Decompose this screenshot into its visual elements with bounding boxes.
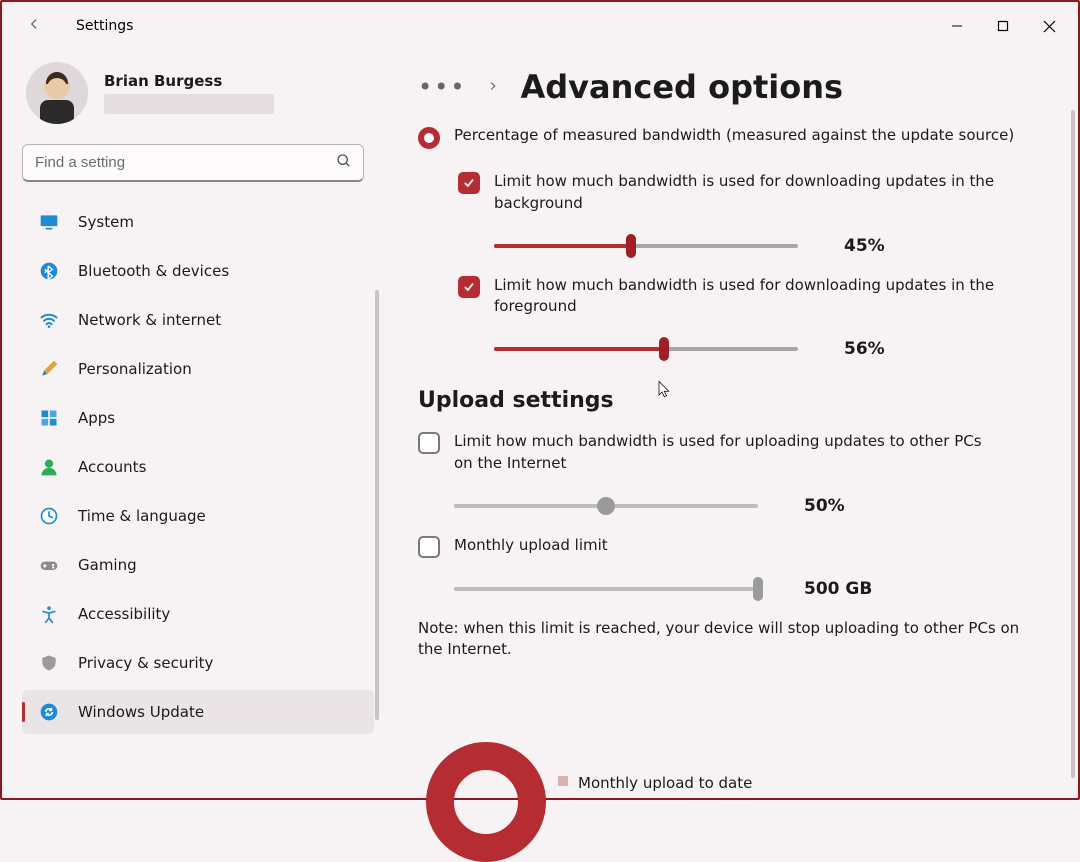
nav-item-network[interactable]: Network & internet (22, 298, 374, 342)
chevron-right-icon (486, 78, 500, 97)
accessibility-icon (38, 603, 60, 625)
back-button[interactable] (22, 15, 46, 38)
checkbox-download-bg[interactable] (458, 172, 480, 194)
search-box[interactable] (22, 144, 364, 182)
profile-name: Brian Burgess (104, 72, 274, 90)
nav-item-accounts[interactable]: Accounts (22, 445, 374, 489)
checkbox-upload-limit[interactable] (418, 432, 440, 454)
main-scrollbar[interactable] (1071, 110, 1075, 778)
checkbox-monthly-limit[interactable] (418, 536, 440, 558)
window-controls (934, 10, 1072, 42)
profile-email-placeholder (104, 94, 274, 114)
sidebar: Brian Burgess System Bluetooth & devices N… (2, 50, 382, 798)
option-download-foreground: Limit how much bandwidth is used for dow… (458, 275, 1038, 361)
network-icon (38, 309, 60, 331)
radio-label: Percentage of measured bandwidth (measur… (454, 126, 1014, 144)
minimize-button[interactable] (934, 10, 980, 42)
nav-label: Accounts (78, 458, 146, 476)
nav-label: Personalization (78, 360, 192, 378)
nav-label: Bluetooth & devices (78, 262, 229, 280)
profile-block[interactable]: Brian Burgess (26, 62, 374, 124)
nav-item-apps[interactable]: Apps (22, 396, 374, 440)
bluetooth-icon (38, 260, 60, 282)
nav-label: Windows Update (78, 703, 204, 721)
gaming-icon (38, 554, 60, 576)
close-button[interactable] (1026, 10, 1072, 42)
apps-icon (38, 407, 60, 429)
page-title: Advanced options (520, 68, 843, 106)
privacy-icon (38, 652, 60, 674)
nav-list: System Bluetooth & devices Network & inter… (22, 200, 374, 734)
accounts-icon (38, 456, 60, 478)
nav-label: Time & language (78, 507, 206, 525)
label-monthly-limit: Monthly upload limit (454, 535, 608, 557)
slider-download-bg[interactable] (494, 235, 798, 257)
nav-item-accessibility[interactable]: Accessibility (22, 592, 374, 636)
main-content: ••• Advanced options Percentage of measu… (382, 50, 1078, 798)
nav-label: Accessibility (78, 605, 170, 623)
sidebar-scrollbar[interactable] (375, 290, 379, 720)
label-download-bg: Limit how much bandwidth is used for dow… (494, 171, 1034, 215)
nav-label: System (78, 213, 134, 231)
maximize-button[interactable] (980, 10, 1026, 42)
monthly-upload-label: Monthly upload to date (578, 774, 752, 792)
nav-item-time[interactable]: Time & language (22, 494, 374, 538)
option-upload-limit: Limit how much bandwidth is used for upl… (418, 431, 1038, 517)
upload-note: Note: when this limit is reached, your d… (418, 618, 1038, 662)
nav-item-bluetooth[interactable]: Bluetooth & devices (22, 249, 374, 293)
nav-item-update[interactable]: Windows Update (22, 690, 374, 734)
legend-swatch-icon (558, 776, 568, 786)
nav-item-system[interactable]: System (22, 200, 374, 244)
avatar (26, 62, 88, 124)
search-icon (336, 153, 352, 173)
nav-item-gaming[interactable]: Gaming (22, 543, 374, 587)
slider-upload-limit[interactable] (454, 495, 758, 517)
nav-label: Gaming (78, 556, 137, 574)
value-upload-limit: 50% (804, 496, 845, 516)
label-download-fg: Limit how much bandwidth is used for dow… (494, 275, 1034, 319)
option-monthly-limit: Monthly upload limit 500 GB (418, 535, 1038, 600)
upload-settings-heading: Upload settings (418, 388, 1038, 413)
value-download-bg: 45% (844, 236, 885, 256)
nav-label: Privacy & security (78, 654, 213, 672)
personalization-icon (38, 358, 60, 380)
checkbox-download-fg[interactable] (458, 276, 480, 298)
breadcrumb-more-icon[interactable]: ••• (418, 73, 466, 101)
update-icon (38, 701, 60, 723)
slider-monthly-limit[interactable] (454, 578, 758, 600)
option-download-background: Limit how much bandwidth is used for dow… (458, 171, 1038, 257)
label-upload-limit: Limit how much bandwidth is used for upl… (454, 431, 994, 475)
value-download-fg: 56% (844, 339, 885, 359)
nav-label: Apps (78, 409, 115, 427)
nav-label: Network & internet (78, 311, 221, 329)
upload-donut-chart (426, 742, 546, 862)
radio-selected-icon (418, 127, 440, 149)
system-icon (38, 211, 60, 233)
nav-item-privacy[interactable]: Privacy & security (22, 641, 374, 685)
title-bar: Settings (2, 2, 1078, 50)
value-monthly-limit: 500 GB (804, 579, 872, 599)
bandwidth-mode-radio[interactable]: Percentage of measured bandwidth (measur… (418, 126, 1038, 149)
search-input[interactable] (22, 144, 364, 182)
time-icon (38, 505, 60, 527)
breadcrumb: ••• Advanced options (418, 68, 1038, 106)
nav-item-personalization[interactable]: Personalization (22, 347, 374, 391)
slider-download-fg[interactable] (494, 338, 798, 360)
app-title: Settings (76, 18, 133, 34)
